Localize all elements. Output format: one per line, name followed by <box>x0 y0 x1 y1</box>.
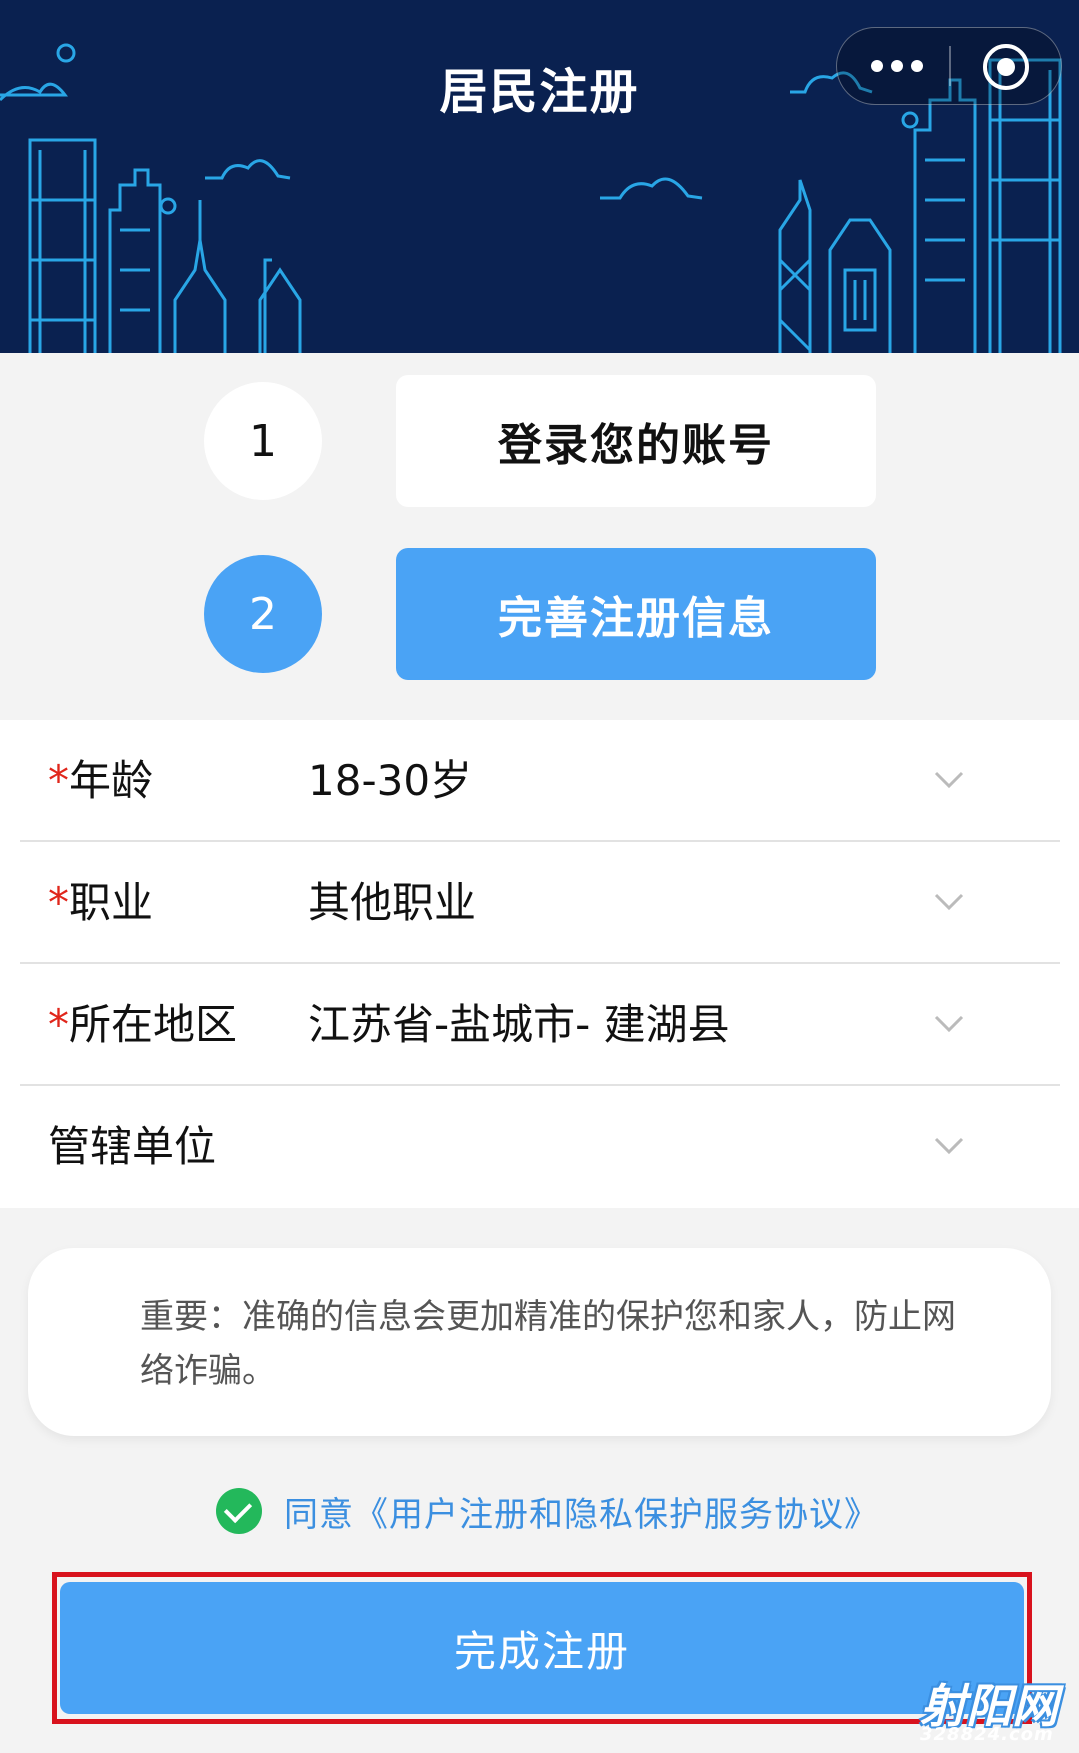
region-select[interactable]: *所在地区 江苏省-盐城市- 建湖县 <box>20 964 1060 1086</box>
watermark-url: 328824.com <box>920 1724 1054 1745</box>
occupation-value: 其他职业 <box>308 878 477 927</box>
capsule-divider <box>949 46 951 86</box>
agreement-link[interactable]: 同意《用户注册和隐私保护服务协议》 <box>284 1487 879 1536</box>
age-label-text: 年龄 <box>69 756 154 805</box>
required-marker: * <box>48 756 69 805</box>
agreement-row[interactable]: 同意《用户注册和隐私保护服务协议》 <box>216 1486 879 1536</box>
age-value: 18-30岁 <box>308 756 473 805</box>
mini-program-capsule <box>836 27 1062 105</box>
more-dots-icon[interactable] <box>871 56 925 76</box>
chevron-down-icon <box>934 893 964 911</box>
registration-form: *年龄 18-30岁 *职业 其他职业 *所在地区 江苏省-盐城市- 建湖县 管… <box>0 720 1079 1208</box>
chevron-down-icon <box>934 1137 964 1155</box>
site-watermark: 射阳网 328824.com <box>920 1670 1070 1750</box>
region-value: 江苏省-盐城市- 建湖县 <box>308 1000 730 1049</box>
jurisdiction-label-text: 管辖单位 <box>48 1122 217 1171</box>
chevron-down-icon <box>934 771 964 789</box>
chevron-down-icon <box>934 1015 964 1033</box>
required-marker: * <box>48 878 69 927</box>
step-1-label: 登录您的账号 <box>396 375 876 507</box>
occupation-label: *职业 <box>48 842 153 964</box>
check-circle-icon[interactable] <box>216 1488 262 1534</box>
occupation-label-text: 职业 <box>69 878 154 927</box>
step-1-number: 1 <box>204 382 322 500</box>
target-close-icon[interactable] <box>983 44 1029 90</box>
region-label-text: 所在地区 <box>69 1000 238 1049</box>
required-marker: * <box>48 1000 69 1049</box>
jurisdiction-select[interactable]: 管辖单位 <box>20 1086 1060 1208</box>
notice-card: 重要：准确的信息会更加精准的保护您和家人，防止网络诈骗。 <box>28 1248 1051 1436</box>
region-label: *所在地区 <box>48 964 237 1086</box>
occupation-select[interactable]: *职业 其他职业 <box>20 842 1060 964</box>
notice-text: 重要：准确的信息会更加精准的保护您和家人，防止网络诈骗。 <box>140 1297 956 1391</box>
age-label: *年龄 <box>48 720 153 842</box>
jurisdiction-label: 管辖单位 <box>48 1086 216 1208</box>
step-2-label: 完善注册信息 <box>396 548 876 680</box>
header-banner: 居民注册 <box>0 0 1079 353</box>
complete-registration-button[interactable]: 完成注册 <box>60 1582 1024 1714</box>
age-select[interactable]: *年龄 18-30岁 <box>20 720 1060 842</box>
step-2-number: 2 <box>204 555 322 673</box>
